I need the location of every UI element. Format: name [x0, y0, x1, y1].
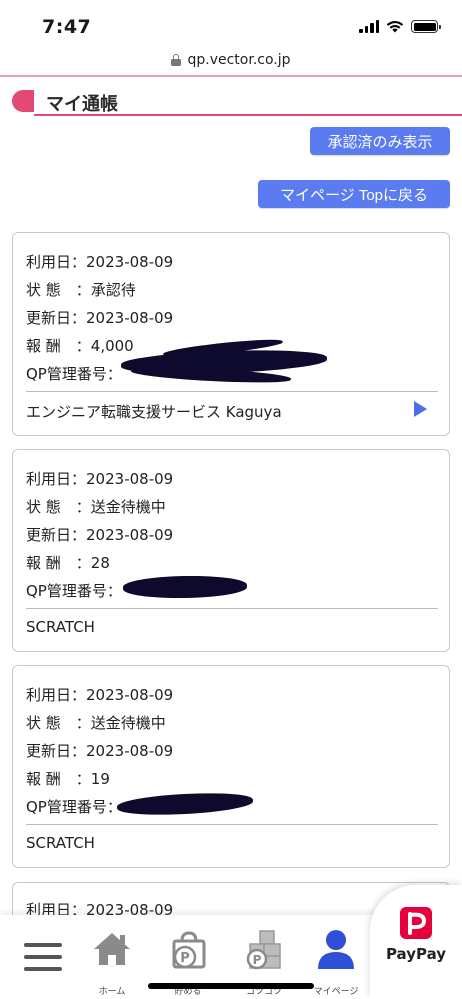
nav-home-label: ホーム	[98, 987, 126, 997]
status-row: 状 態 ：送金待機中	[26, 712, 166, 733]
paypay-label: PayPay	[385, 945, 447, 963]
record-card[interactable]: 利用日：2023-08-09 状 態 ：承認待 更新日：2023-08-09 報…	[12, 232, 450, 436]
qp-number-label: QP管理番号：	[26, 582, 122, 600]
reward-row: 報 酬 ：28	[26, 552, 110, 573]
status-row: 状 態 ：送金待機中	[26, 496, 166, 517]
record-card[interactable]: 利用日：2023-08-09 状 態 ：送金待機中 更新日：2023-08-09…	[12, 665, 450, 868]
status-value: 送金待機中	[90, 498, 166, 516]
hamburger-menu-icon[interactable]	[24, 943, 62, 971]
page-heading: マイ通帳	[12, 88, 462, 116]
use-date-value: 2023-08-09	[86, 470, 174, 488]
reward-label: 報 酬 ：	[26, 337, 91, 355]
use-date-row: 利用日：2023-08-09	[26, 468, 173, 489]
reward-row: 報 酬 ：19	[26, 768, 110, 789]
nav-mypage[interactable]: マイページ	[306, 929, 366, 997]
record-card[interactable]: 利用日：2023-08-09 状 態 ：送金待機中 更新日：2023-08-09…	[12, 449, 450, 652]
use-date-row: 利用日：2023-08-09	[26, 251, 173, 272]
url-text: qp.vector.co.jp	[187, 52, 291, 68]
battery-icon	[411, 20, 441, 33]
svg-text:P: P	[180, 951, 190, 966]
cellular-signal-icon	[359, 20, 379, 33]
updated-row: 更新日：2023-08-09	[26, 307, 173, 328]
address-bar[interactable]: qp.vector.co.jp	[0, 46, 462, 74]
service-name: エンジニア転職支援サービス Kaguya	[26, 403, 282, 421]
shopping-bag-points-icon: P	[172, 931, 206, 969]
use-date-value: 2023-08-09	[86, 686, 174, 704]
nav-home[interactable]: ホーム	[82, 929, 142, 997]
user-icon	[318, 930, 354, 969]
nav-save[interactable]: P 貯める	[158, 929, 218, 997]
home-indicator[interactable]	[148, 983, 314, 989]
page-title: マイ通帳	[46, 94, 118, 115]
status-label: 状 態 ：	[26, 281, 91, 299]
card-divider	[26, 608, 438, 609]
card-divider	[26, 391, 438, 392]
status-label: 状 態 ：	[26, 498, 91, 516]
qp-number-row: QP管理番号：	[26, 363, 122, 384]
reward-row: 報 酬 ：4,000	[26, 335, 134, 356]
status-bar: 7:47	[0, 0, 462, 44]
reward-label: 報 酬 ：	[26, 554, 91, 572]
paypay-button[interactable]: PayPay	[370, 885, 462, 999]
address-bar-divider	[0, 75, 462, 77]
reward-value: 4,000	[90, 337, 134, 355]
updated-value: 2023-08-09	[86, 742, 174, 760]
redaction-mark	[116, 790, 254, 818]
updated-row: 更新日：2023-08-09	[26, 524, 173, 545]
stacked-boxes-points-icon: P	[246, 930, 281, 970]
svg-text:P: P	[253, 953, 262, 967]
qp-number-row: QP管理番号：	[26, 796, 122, 817]
redaction-mark	[122, 574, 248, 600]
status-row: 状 態 ：承認待	[26, 279, 136, 300]
approved-only-button[interactable]: 承認済のみ表示	[310, 127, 450, 155]
play-arrow-icon[interactable]	[414, 401, 427, 417]
updated-label: 更新日：	[26, 526, 87, 544]
updated-label: 更新日：	[26, 309, 87, 327]
status-value: 送金待機中	[90, 714, 166, 732]
home-icon	[94, 933, 130, 965]
card-divider	[26, 824, 438, 825]
updated-value: 2023-08-09	[86, 526, 174, 544]
qp-number-row: QP管理番号：	[26, 580, 122, 601]
mypage-top-button[interactable]: マイページ Topに戻る	[258, 180, 450, 208]
status-value: 承認待	[90, 281, 136, 299]
use-date-label: 利用日：	[26, 470, 87, 488]
use-date-row: 利用日：2023-08-09	[26, 684, 173, 705]
use-date-label: 利用日：	[26, 253, 87, 271]
status-label: 状 態 ：	[26, 714, 91, 732]
status-time: 7:47	[42, 16, 92, 38]
nav-mypage-label: マイページ	[313, 987, 359, 997]
updated-value: 2023-08-09	[86, 309, 174, 327]
status-icons	[359, 20, 441, 33]
service-name: SCRATCH	[26, 834, 95, 852]
paypay-logo-icon	[400, 907, 432, 939]
use-date-value: 2023-08-09	[86, 253, 174, 271]
lock-icon	[171, 54, 182, 66]
qp-number-label: QP管理番号：	[26, 365, 122, 383]
heading-underline	[34, 114, 462, 116]
qp-number-label: QP管理番号：	[26, 798, 122, 816]
nav-tips[interactable]: P コツコツ	[234, 929, 294, 997]
reward-value: 28	[90, 554, 110, 572]
heading-accent-mark	[12, 90, 34, 112]
updated-row: 更新日：2023-08-09	[26, 740, 173, 761]
reward-value: 19	[90, 770, 110, 788]
service-name: SCRATCH	[26, 618, 95, 636]
reward-label: 報 酬 ：	[26, 770, 91, 788]
wifi-icon	[386, 21, 404, 33]
updated-label: 更新日：	[26, 742, 87, 760]
use-date-label: 利用日：	[26, 686, 87, 704]
